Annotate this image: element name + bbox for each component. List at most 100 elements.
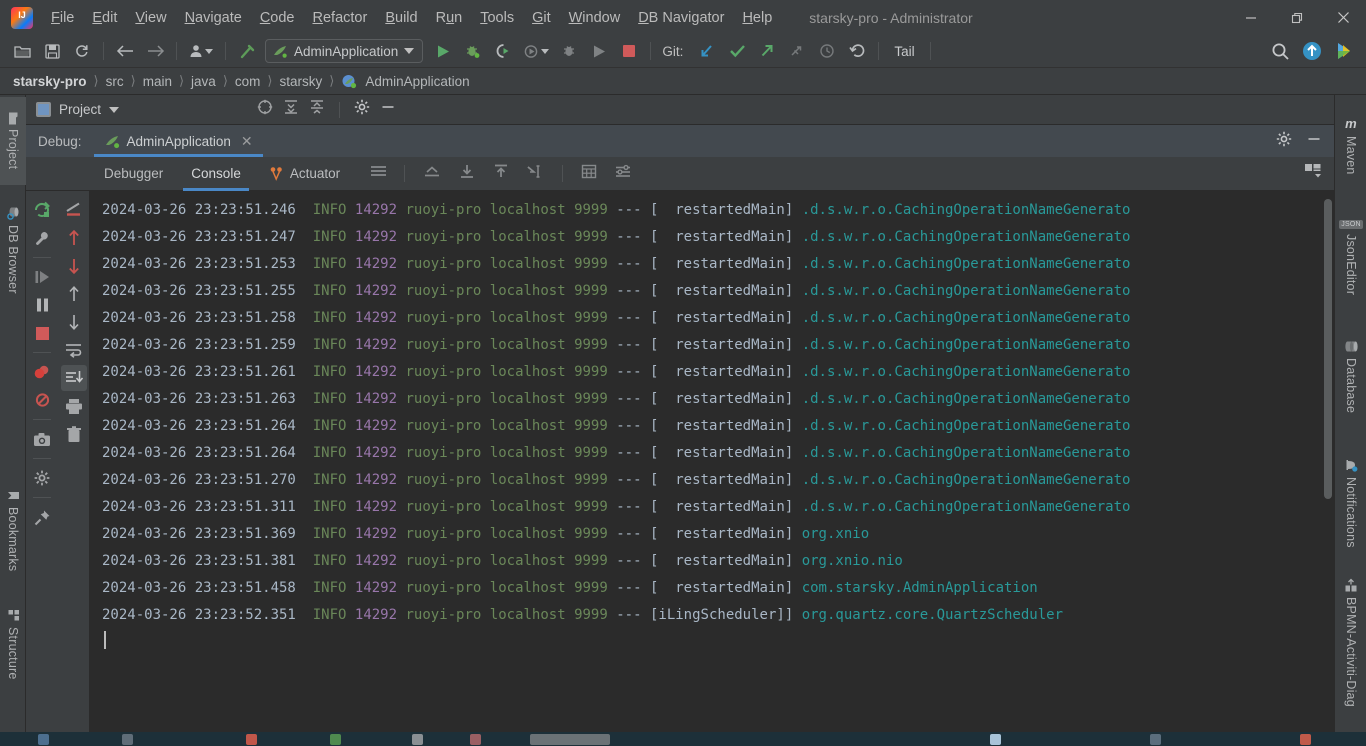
close-icon[interactable]: ✕ <box>241 133 253 150</box>
get-thread-dump-icon[interactable] <box>29 426 55 452</box>
menu-window[interactable]: Window <box>560 7 630 29</box>
hammer-icon[interactable] <box>233 38 261 64</box>
stop-icon[interactable] <box>615 38 643 64</box>
print-icon[interactable] <box>61 393 87 419</box>
commit-icon[interactable] <box>723 38 751 64</box>
breadcrumb-item-class[interactable]: AdminApplication <box>362 74 472 89</box>
sync-icon[interactable] <box>68 38 96 64</box>
breadcrumb-item-starsky[interactable]: starsky <box>276 74 325 89</box>
breadcrumb-item-project[interactable]: starsky-pro <box>10 74 90 89</box>
hide-panel-icon[interactable] <box>380 99 396 120</box>
mute-breakpoints-icon[interactable] <box>29 387 55 413</box>
scroll-to-end-icon[interactable] <box>60 365 87 391</box>
search-everywhere-icon[interactable] <box>1266 38 1294 64</box>
menu-code[interactable]: Code <box>251 7 304 29</box>
breadcrumb-item-com[interactable]: com <box>232 74 264 89</box>
branches-icon[interactable] <box>783 38 811 64</box>
evaluate-expression-icon[interactable] <box>574 164 604 184</box>
breadcrumb-item-java[interactable]: java <box>188 74 219 89</box>
menu-db-navigator[interactable]: DB Navigator <box>629 7 733 29</box>
menu-run[interactable]: Run <box>427 7 472 29</box>
rollback-icon[interactable] <box>843 38 871 64</box>
minimize-icon[interactable] <box>1228 0 1274 35</box>
attach-debugger-icon[interactable] <box>555 38 583 64</box>
soft-wrap-icon[interactable] <box>61 337 87 363</box>
tab-debugger[interactable]: Debugger <box>90 157 177 191</box>
taskbar-item[interactable] <box>330 734 341 745</box>
profile-run-icon[interactable] <box>519 38 553 64</box>
taskbar-item-active[interactable] <box>530 734 610 745</box>
collapse-all-icon[interactable] <box>309 99 325 120</box>
layout-settings-icon[interactable] <box>1304 163 1324 185</box>
sidebar-item-bookmarks[interactable]: Bookmarks <box>0 475 26 585</box>
view-breakpoints-icon[interactable] <box>29 359 55 385</box>
menu-file[interactable]: File <box>42 7 83 29</box>
scroll-down-icon[interactable] <box>61 253 87 279</box>
gear-icon[interactable] <box>1276 131 1292 152</box>
hamburger-menu-icon[interactable] <box>364 164 393 183</box>
run-with-coverage-icon[interactable] <box>489 38 517 64</box>
scroll-up-icon[interactable] <box>61 225 87 251</box>
breadcrumb-item-main[interactable]: main <box>140 74 175 89</box>
console-output[interactable]: 2024-03-26 23:23:51.246 INFO 14292 ruoyi… <box>90 191 1334 745</box>
menu-tools[interactable]: Tools <box>471 7 523 29</box>
taskbar-item[interactable] <box>122 734 133 745</box>
taskbar-item[interactable] <box>470 734 481 745</box>
sidebar-item-notifications[interactable]: Notifications <box>1338 439 1364 567</box>
save-icon[interactable] <box>38 38 66 64</box>
debug-session-tab[interactable]: AdminApplication ✕ <box>93 125 263 157</box>
sidebar-item-db-browser[interactable]: DB Browser <box>0 195 26 305</box>
sidebar-item-database[interactable]: Database <box>1338 327 1364 427</box>
update-project-icon[interactable] <box>693 38 721 64</box>
rerun-icon[interactable] <box>29 197 55 223</box>
history-icon[interactable] <box>813 38 841 64</box>
user-profile-icon[interactable] <box>184 38 218 64</box>
taskbar-item[interactable] <box>1150 734 1161 745</box>
breadcrumb-item-src[interactable]: src <box>103 74 127 89</box>
up-icon[interactable] <box>61 281 87 307</box>
sidebar-item-maven[interactable]: m Maven <box>1338 99 1364 191</box>
menu-git[interactable]: Git <box>523 7 560 29</box>
settings-icon[interactable] <box>29 465 55 491</box>
taskbar-item[interactable] <box>38 734 49 745</box>
menu-edit[interactable]: Edit <box>83 7 126 29</box>
updates-available-icon[interactable] <box>1298 38 1326 64</box>
sidebar-item-bpmn[interactable]: BPMN-Activiti-Diag <box>1338 578 1364 739</box>
tab-actuator[interactable]: Actuator <box>255 157 354 191</box>
hide-panel-icon[interactable] <box>1306 131 1322 152</box>
sidebar-item-project[interactable]: Project <box>0 97 26 185</box>
push-icon[interactable] <box>753 38 781 64</box>
taskbar-item[interactable] <box>246 734 257 745</box>
restore-icon[interactable] <box>1274 0 1320 35</box>
menu-build[interactable]: Build <box>376 7 426 29</box>
down-icon[interactable] <box>61 309 87 335</box>
arrow-back-icon[interactable] <box>111 38 139 64</box>
step-out-icon[interactable] <box>416 164 448 183</box>
select-opened-file-icon[interactable] <box>257 99 273 120</box>
pin-tab-icon[interactable] <box>29 504 55 530</box>
settings-sliders-icon[interactable] <box>608 164 639 184</box>
arrow-forward-icon[interactable] <box>141 38 169 64</box>
taskbar-item[interactable] <box>1300 734 1311 745</box>
debug-icon[interactable] <box>459 38 487 64</box>
debug-settings-icon[interactable] <box>29 225 55 251</box>
expand-all-icon[interactable] <box>283 99 299 120</box>
console-vertical-scrollbar[interactable] <box>1324 199 1332 499</box>
sidebar-item-structure[interactable]: Structure <box>0 595 26 693</box>
close-icon[interactable] <box>1320 0 1366 35</box>
clear-all-icon[interactable] <box>61 421 87 447</box>
rerun-icon[interactable] <box>585 38 613 64</box>
taskbar-item[interactable] <box>412 734 423 745</box>
menu-refactor[interactable]: Refactor <box>304 7 377 29</box>
resume-program-icon[interactable] <box>29 264 55 290</box>
run-icon[interactable] <box>429 38 457 64</box>
taskbar-item[interactable] <box>990 734 1001 745</box>
menu-navigate[interactable]: Navigate <box>176 7 251 29</box>
tail-button[interactable]: Tail <box>894 44 914 59</box>
pause-program-icon[interactable] <box>29 292 55 318</box>
sidebar-item-json-editor[interactable]: JSON JsonEditor <box>1338 203 1364 313</box>
menu-help[interactable]: Help <box>733 7 781 29</box>
step-into-icon[interactable] <box>452 164 482 184</box>
run-to-cursor-icon[interactable] <box>520 164 551 184</box>
stop-icon[interactable] <box>29 320 55 346</box>
